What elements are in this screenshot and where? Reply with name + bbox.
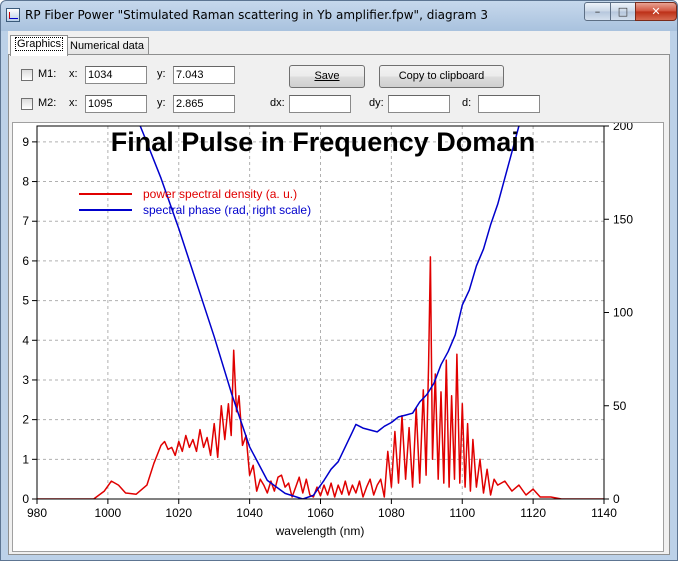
legend-label-phase: spectral phase (rad, right scale) <box>143 203 311 217</box>
dy-field[interactable] <box>388 95 450 113</box>
y2-tick-label: 50 <box>613 399 627 413</box>
close-icon: ✕ <box>651 5 661 18</box>
d-field[interactable] <box>478 95 540 113</box>
x-tick-label: 1000 <box>95 506 122 520</box>
legend: power spectral density (a. u.) spectral … <box>79 187 311 217</box>
y-tick-label: 8 <box>22 175 29 189</box>
series-layer <box>37 126 604 499</box>
save-button[interactable]: Save <box>289 65 365 88</box>
copy-button-label: Copy to clipboard <box>398 70 485 82</box>
dy-label: dy: <box>369 97 384 109</box>
y-tick-label: 1 <box>22 452 29 466</box>
client-area: Graphics Numerical data M1: x: 1034 y: 7… <box>8 31 670 555</box>
y2-tick-label: 0 <box>613 492 620 506</box>
y-tick-label: 3 <box>22 373 29 387</box>
y-tick-label: 4 <box>22 333 29 347</box>
y2-tick-label: 150 <box>613 212 633 226</box>
chart-grid <box>37 126 604 499</box>
m1-y-field[interactable]: 7.043 <box>173 66 235 84</box>
y-tick-label: 5 <box>22 294 29 308</box>
m1-x-field[interactable]: 1034 <box>85 66 147 84</box>
m1-y-label: y: <box>157 68 166 80</box>
x-axis-label: wavelength (nm) <box>275 524 365 538</box>
x-tick-label: 1060 <box>307 506 334 520</box>
tab-graphics[interactable]: Graphics <box>10 35 69 56</box>
m1-x-label: x: <box>69 68 78 80</box>
x-tick-label: 1020 <box>165 506 192 520</box>
m2-y-field[interactable]: 2.865 <box>173 95 235 113</box>
maximize-button[interactable]: □ <box>610 2 636 21</box>
m1-label: M1: <box>38 68 57 80</box>
x-tick-label: 1040 <box>236 506 263 520</box>
y-tick-label: 0 <box>22 492 29 506</box>
x-tick-label: 980 <box>27 506 47 520</box>
maximize-icon: □ <box>617 5 629 18</box>
tab-graphics-label: Graphics <box>15 37 64 51</box>
app-chart-icon[interactable] <box>6 8 20 22</box>
app-window: RP Fiber Power "Stimulated Raman scatter… <box>0 0 678 561</box>
x-tick-label: 1140 <box>591 506 617 520</box>
m1-checkbox[interactable] <box>21 69 33 81</box>
save-button-label: Save <box>314 70 340 82</box>
y2-tick-label: 100 <box>613 306 633 320</box>
copy-to-clipboard-button[interactable]: Copy to clipboard <box>379 65 504 88</box>
title-bar[interactable]: RP Fiber Power "Stimulated Raman scatter… <box>1 1 677 31</box>
x-tick-label: 1120 <box>520 506 546 520</box>
chart-svg: 980 1000 1020 1040 1060 1080 1100 1120 114001234… <box>22 119 633 538</box>
chart-canvas[interactable]: 980 1000 1020 1040 1060 1080 1100 1120 1140 0 1 2 3 4… <box>12 119 664 552</box>
y-tick-label: 2 <box>22 413 29 427</box>
tab-numerical-data-label: Numerical data <box>70 40 144 52</box>
graphics-panel: M1: x: 1034 y: 7.043 Save Copy to clipbo… <box>8 54 670 555</box>
minimize-icon: – <box>594 5 601 18</box>
dx-label: dx: <box>270 97 285 109</box>
tab-numerical-data[interactable]: Numerical data <box>65 37 149 55</box>
d-label: d: <box>462 97 472 109</box>
y-tick-label: 9 <box>22 135 29 149</box>
legend-label-power: power spectral density (a. u.) <box>143 187 297 201</box>
close-button[interactable]: ✕ <box>635 2 677 21</box>
window-title: RP Fiber Power "Stimulated Raman scatter… <box>25 8 489 22</box>
y-tick-label: 7 <box>22 214 29 228</box>
minimize-button[interactable]: – <box>584 2 611 21</box>
y-tick-label: 6 <box>22 254 29 268</box>
x-tick-label: 1100 <box>449 506 475 520</box>
dx-field[interactable] <box>289 95 351 113</box>
m2-x-label: x: <box>69 97 78 109</box>
m2-x-field[interactable]: 1095 <box>85 95 147 113</box>
m2-checkbox[interactable] <box>21 98 33 110</box>
chart-axes: 980 1000 1020 1040 1060 1080 1100 1120 114001234… <box>22 119 633 520</box>
m2-label: M2: <box>38 97 57 109</box>
m2-y-label: y: <box>157 97 166 109</box>
chart-title: Final Pulse in Frequency Domain <box>111 127 536 157</box>
y2-tick-label: 200 <box>613 123 633 133</box>
x-tick-label: 1080 <box>378 506 405 520</box>
